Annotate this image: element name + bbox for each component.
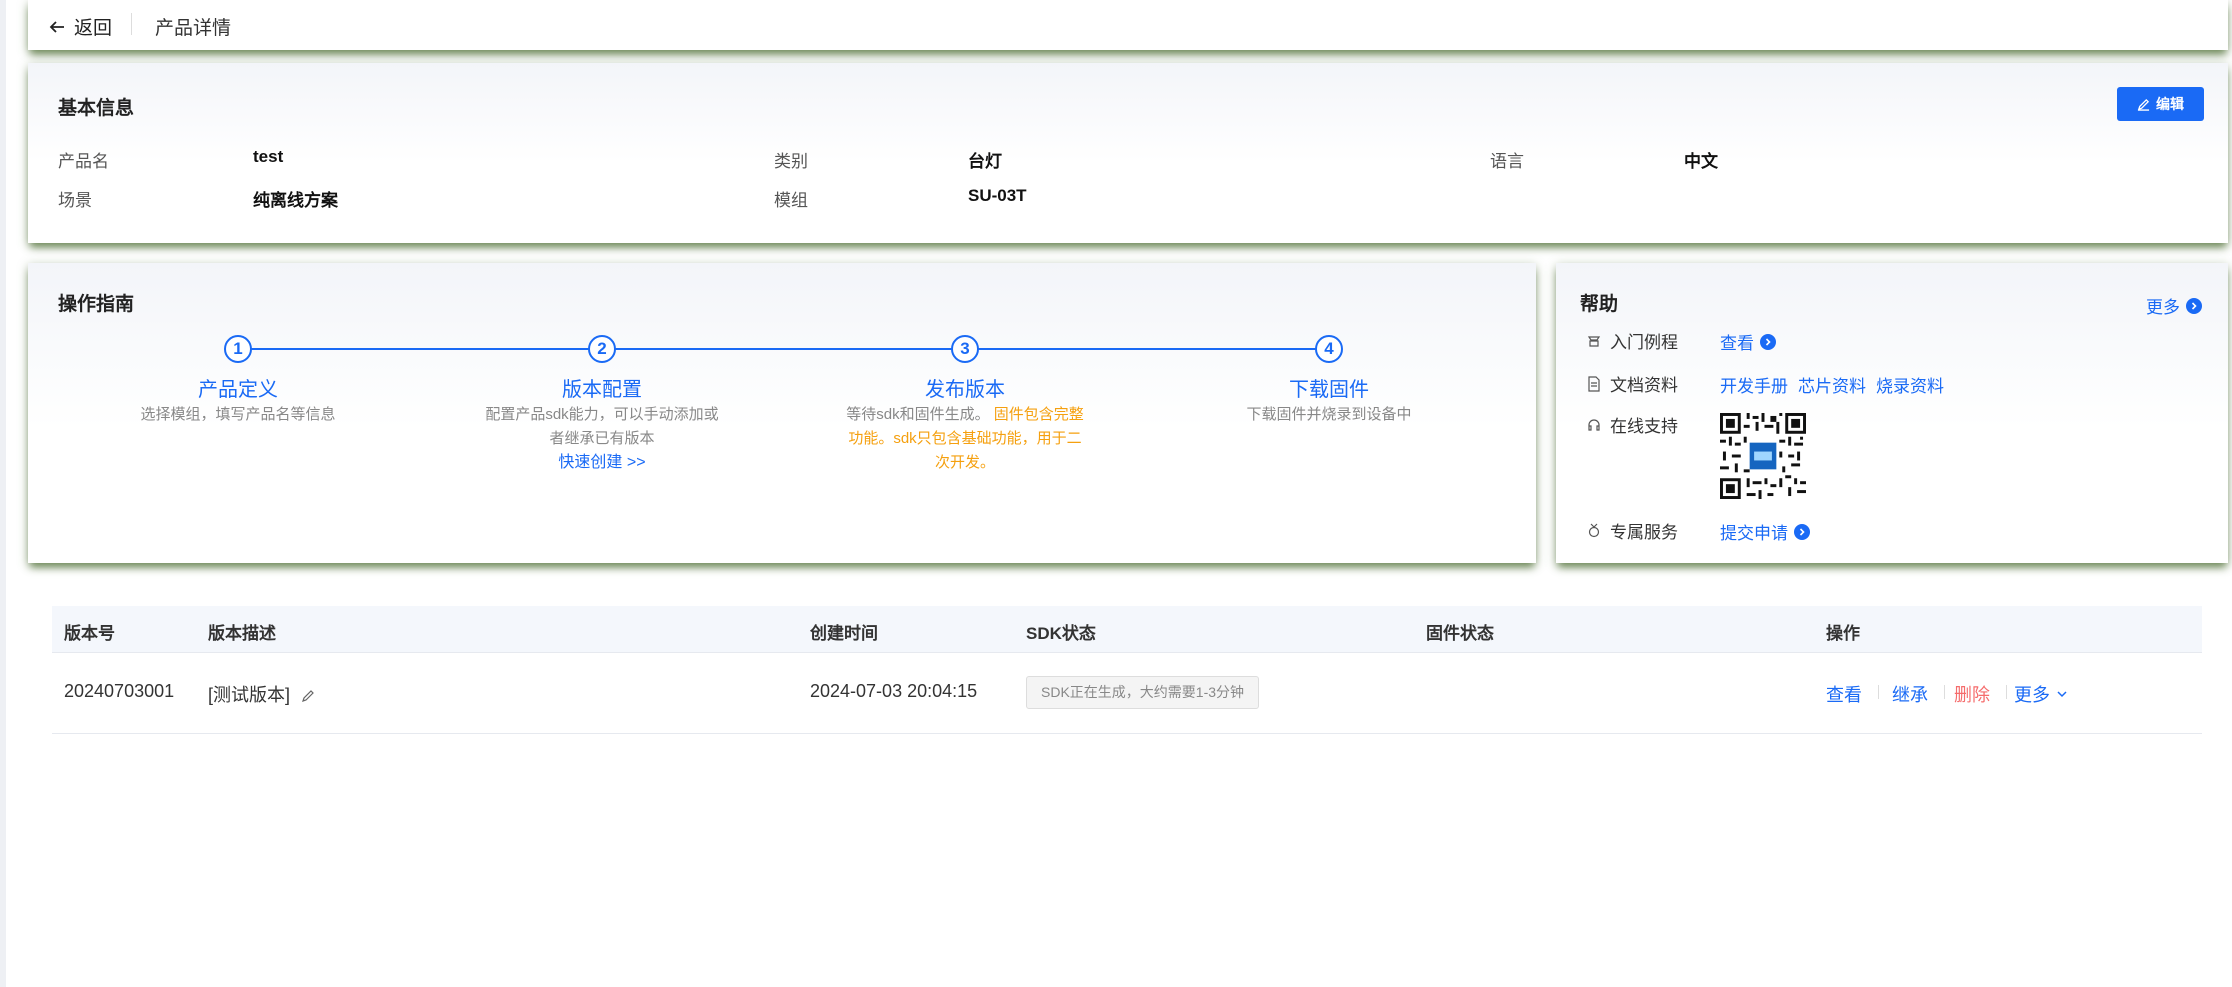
help-more-label: 更多	[2146, 298, 2180, 317]
flash-docs-link[interactable]: 烧录资料	[1876, 372, 1944, 397]
back-label: 返回	[74, 18, 113, 39]
quick-create-link[interactable]: 快速创建 >>	[482, 451, 722, 475]
step-3-title: 发布版本	[925, 379, 1005, 401]
field-label-language: 语言	[1490, 152, 1524, 171]
help-more-link[interactable]: 更多	[2146, 293, 2202, 318]
step-2-desc: 配置产品sdk能力，可以手动添加或者继承已有版本	[485, 406, 719, 447]
step-1-title: 产品定义	[198, 379, 278, 401]
medal-icon	[1588, 523, 1600, 537]
cell-version: 20240703001	[64, 681, 175, 701]
tutorial-icon	[1587, 335, 1601, 347]
chevron-right-icon	[1794, 523, 1810, 540]
edit-button[interactable]: 编辑	[2117, 87, 2204, 121]
col-description: 版本描述	[208, 624, 276, 643]
pencil-icon	[2137, 98, 2150, 111]
submit-request-label: 提交申请	[1720, 524, 1788, 543]
edit-description-icon[interactable]	[301, 688, 316, 703]
chip-docs-link[interactable]: 芯片资料	[1798, 372, 1866, 397]
field-label-scene: 场景	[58, 191, 92, 210]
top-bar: 返回 产品详情	[28, 0, 2228, 50]
field-label-module: 模组	[774, 191, 808, 210]
step-3-number: 3	[951, 335, 979, 363]
field-value-scene: 纯离线方案	[253, 191, 338, 210]
qr-code-image	[1720, 413, 1806, 499]
guide-title: 操作指南	[58, 294, 135, 315]
tutorial-view-link[interactable]: 查看	[1720, 329, 1776, 354]
step-4-title: 下载固件	[1289, 379, 1369, 401]
submit-request-link[interactable]: 提交申请	[1720, 519, 1810, 544]
col-sdk-status: SDK状态	[1026, 624, 1096, 643]
action-divider	[1944, 685, 1945, 699]
steps-line	[238, 348, 1333, 350]
col-firmware-status: 固件状态	[1426, 624, 1494, 643]
step-2-title: 版本配置	[562, 379, 642, 401]
basic-info-title: 基本信息	[58, 98, 135, 119]
step-4-number: 4	[1315, 335, 1343, 363]
field-value-name: test	[253, 147, 284, 166]
col-version: 版本号	[64, 624, 115, 643]
basic-info-card: 基本信息 编辑 产品名 test 类别 台灯 语言 中文 场景 纯离线方案 模组…	[28, 63, 2228, 243]
more-actions-label: 更多	[2014, 685, 2050, 705]
field-value-language: 中文	[1684, 152, 1718, 171]
guide-card: 操作指南 1 2 3 4 产品定义 版本配置 发布版本 下载固件 选择模组，填写…	[28, 263, 1536, 563]
divider	[131, 13, 132, 35]
col-created: 创建时间	[810, 624, 878, 643]
view-action[interactable]: 查看	[1826, 681, 1862, 707]
cell-description: [测试版本]	[208, 681, 316, 707]
document-icon	[1588, 375, 1600, 392]
help-row-tutorial: 入门例程	[1586, 328, 1678, 353]
col-actions: 操作	[1826, 624, 1860, 643]
step-3-desc: 等待sdk和固件生成。	[846, 406, 990, 423]
help-row-service-label: 专属服务	[1610, 523, 1678, 542]
sdk-status-badge: SDK正在生成，大约需要1-3分钟	[1026, 676, 1260, 709]
help-row-docs-label: 文档资料	[1610, 376, 1678, 395]
description-text: [测试版本]	[208, 685, 291, 705]
help-row-support: 在线支持	[1586, 412, 1678, 437]
field-label-name: 产品名	[58, 152, 109, 171]
help-row-tutorial-label: 入门例程	[1610, 333, 1678, 352]
step-2-desc-block: 配置产品sdk能力，可以手动添加或者继承已有版本 快速创建 >>	[482, 403, 722, 475]
step-1-desc: 选择模组，填写产品名等信息	[140, 406, 336, 423]
delete-action[interactable]: 删除	[1954, 681, 1990, 707]
step-3-desc-block: 等待sdk和固件生成。 固件包含完整功能。sdk只包含基础功能，用于二次开发。	[845, 403, 1085, 475]
chevron-right-icon	[2186, 297, 2202, 314]
step-2-number: 2	[588, 335, 616, 363]
field-label-category: 类别	[774, 152, 808, 171]
help-card: 帮助 更多 入门例程 查看 文档资料 开发手册 芯片资料 烧录资料 在线支持 专…	[1556, 263, 2228, 563]
chevron-down-icon	[2057, 691, 2067, 698]
versions-table: 版本号 版本描述 创建时间 SDK状态 固件状态 操作 20240703001 …	[52, 606, 2202, 734]
help-title: 帮助	[1580, 294, 1619, 315]
help-row-support-label: 在线支持	[1610, 417, 1678, 436]
dev-manual-link[interactable]: 开发手册	[1720, 372, 1788, 397]
field-value-module: SU-03T	[968, 186, 1027, 205]
field-value-category: 台灯	[968, 152, 1002, 171]
headset-icon	[1588, 418, 1600, 431]
arrow-left-icon	[49, 20, 64, 33]
action-divider	[2006, 685, 2007, 699]
table-header: 版本号 版本描述 创建时间 SDK状态 固件状态 操作	[52, 606, 2202, 653]
table-row: 20240703001 [测试版本] 2024-07-03 20:04:15 S…	[52, 653, 2202, 734]
help-row-service: 专属服务	[1586, 518, 1678, 543]
step-1-number: 1	[224, 335, 252, 363]
page: 返回 产品详情 基本信息 编辑 产品名 test 类别 台灯 语言 中文 场景 …	[6, 0, 2232, 987]
step-4-desc: 下载固件并烧录到设备中	[1246, 406, 1412, 423]
inherit-action[interactable]: 继承	[1892, 681, 1928, 707]
cell-created: 2024-07-03 20:04:15	[810, 681, 978, 701]
page-title: 产品详情	[155, 18, 232, 39]
chevron-right-icon	[1760, 333, 1776, 350]
more-actions-dropdown[interactable]: 更多	[2014, 681, 2068, 707]
edit-label: 编辑	[2156, 96, 2184, 112]
back-button[interactable]: 返回	[48, 13, 112, 40]
help-row-docs: 文档资料	[1586, 371, 1678, 396]
action-divider	[1878, 685, 1879, 699]
tutorial-view-label: 查看	[1720, 334, 1754, 353]
